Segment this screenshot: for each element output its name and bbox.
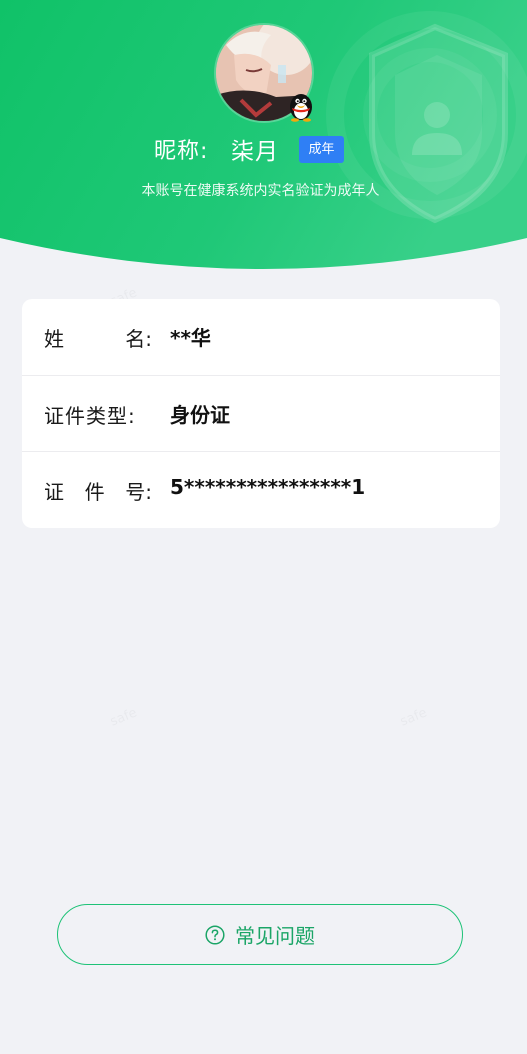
name-label: 姓 名:	[44, 327, 152, 351]
name-value: **华	[170, 326, 211, 350]
id-number-value: 5****************1	[170, 475, 366, 499]
id-number-label: 证 件 号:	[44, 480, 152, 504]
adult-badge: 成年	[299, 136, 344, 163]
id-type-value: 身份证	[170, 403, 230, 427]
id-type-row: 证件类型: 身份证	[22, 376, 500, 452]
id-number-row: 证 件 号: 5****************1	[22, 452, 500, 528]
question-circle-icon	[205, 924, 225, 945]
nickname-label: 昵称:	[154, 139, 209, 164]
nickname-value: 柒月	[231, 139, 279, 165]
faq-button-content: 常见问题	[58, 905, 462, 964]
qq-penguin-icon	[290, 94, 312, 122]
id-type-label: 证件类型:	[44, 404, 136, 428]
real-name-info-page: 昵称: 柒月 成年 本账号在健康系统内实名验证为成年人 safe safe sa…	[0, 0, 527, 1054]
faq-button[interactable]: 常见问题	[57, 904, 463, 965]
header: 昵称: 柒月 成年 本账号在健康系统内实名验证为成年人	[0, 0, 527, 270]
watermark: safe	[108, 705, 139, 729]
identity-info-card: 姓 名: **华 证件类型: 身份证 证 件 号: 5*************…	[22, 299, 500, 528]
nickname-row: 昵称: 柒月 成年	[0, 128, 527, 168]
name-row: 姓 名: **华	[22, 299, 500, 375]
faq-label: 常见问题	[235, 924, 315, 948]
watermark: safe	[398, 705, 429, 729]
verification-text: 本账号在健康系统内实名验证为成年人	[141, 183, 380, 199]
